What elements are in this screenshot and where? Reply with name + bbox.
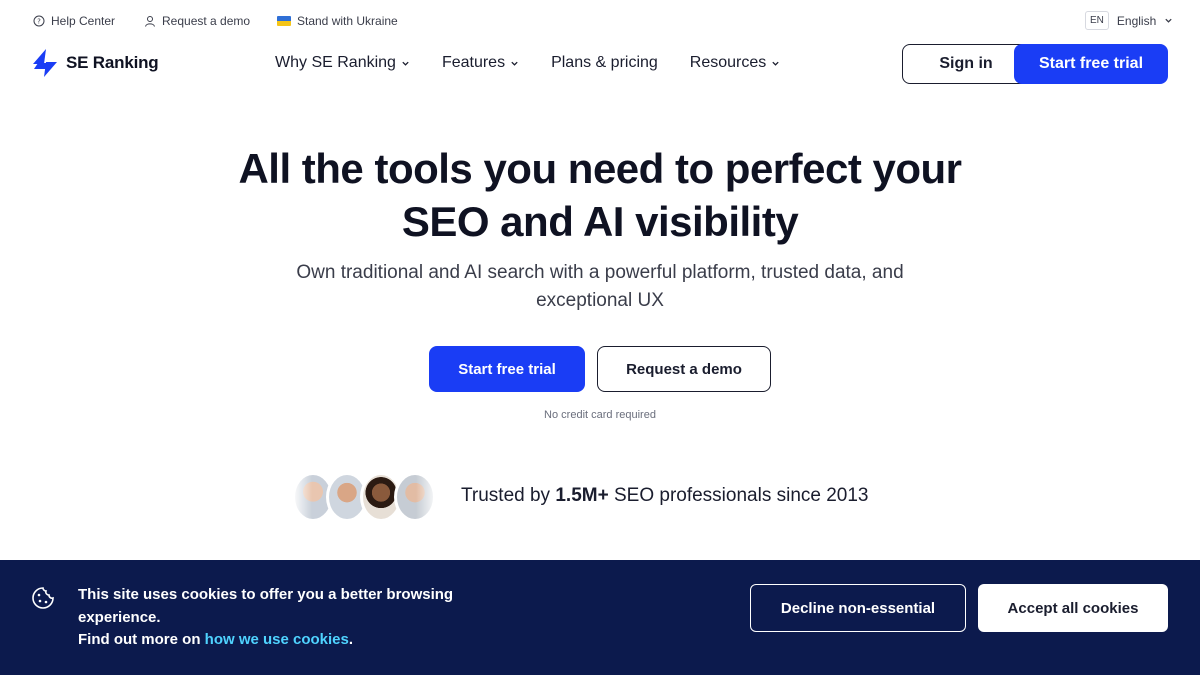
accept-all-cookies-button[interactable]: Accept all cookies	[978, 584, 1168, 632]
brand-logo[interactable]: SE Ranking	[32, 48, 159, 78]
chevron-down-icon	[511, 61, 518, 66]
avatar-fade-right	[416, 472, 438, 522]
decline-non-essential-button[interactable]: Decline non-essential	[750, 584, 966, 632]
cookie-banner: This site uses cookies to offer you a be…	[0, 560, 1200, 675]
main-nav: Why SE Ranking Features Plans & pricing …	[275, 54, 780, 72]
chevron-down-icon	[402, 61, 409, 66]
start-free-trial-button[interactable]: Start free trial	[429, 346, 585, 392]
hero-subtitle: Own traditional and AI search with a pow…	[230, 259, 970, 315]
request-demo-link[interactable]: Request a demo	[144, 14, 250, 28]
request-demo-label: Request a demo	[162, 14, 251, 28]
chevron-down-icon	[1165, 18, 1172, 23]
nav-item-label: Resources	[689, 54, 767, 71]
stand-with-ukraine-label: Stand with Ukraine	[297, 14, 398, 28]
trusted-prefix: Trusted by	[461, 485, 551, 506]
cookie-icon	[32, 587, 54, 609]
nav-item-plans-pricing[interactable]: Plans & pricing	[551, 54, 658, 72]
cookie-text: This site uses cookies to offer you a be…	[78, 586, 454, 626]
nav-item-label: Features	[441, 54, 506, 71]
hero-title-line-2: SEO and AI visibility	[401, 198, 799, 245]
se-ranking-logo-icon	[33, 49, 57, 77]
svg-text:?: ?	[37, 18, 41, 26]
nav-item-label: Plans & pricing	[551, 54, 658, 71]
trusted-by-text: Trusted by 1.5M+ SEO professionals since…	[461, 485, 869, 507]
help-center-link[interactable]: ? Help Center	[33, 14, 115, 28]
hero-subtitle-line-2: exceptional UX	[536, 290, 664, 311]
cookie-message: This site uses cookies to offer you a be…	[78, 584, 518, 652]
nav-item-label: Why SE Ranking	[275, 54, 396, 71]
language-selector[interactable]: EN English	[1085, 11, 1173, 30]
hero-subtitle-line-1: Own traditional and AI search with a pow…	[296, 262, 904, 283]
trusted-suffix: SEO professionals since 2013	[613, 485, 869, 506]
cookie-find-more: Find out more on	[78, 631, 201, 648]
ukraine-flag-icon	[277, 16, 291, 26]
hero-title: All the tools you need to perfect your S…	[100, 142, 1100, 248]
stand-with-ukraine-link[interactable]: Stand with Ukraine	[277, 14, 398, 28]
cookie-period: .	[348, 631, 354, 648]
user-icon	[145, 16, 155, 27]
trusted-count: 1.5M+	[555, 485, 609, 506]
question-circle-icon: ?	[33, 15, 45, 27]
nav-item-features[interactable]: Features	[442, 54, 519, 72]
help-center-label: Help Center	[51, 14, 116, 28]
nav-item-resources[interactable]: Resources	[690, 54, 780, 72]
chevron-down-icon	[772, 61, 779, 66]
hero-title-line-1: All the tools you need to perfect your	[238, 145, 962, 192]
request-demo-button[interactable]: Request a demo	[597, 346, 771, 392]
utility-bar: ? Help Center Request a demo Stand with …	[0, 0, 1200, 44]
no-credit-card-note: No credit card required	[544, 409, 656, 421]
avatar-fade-left	[292, 472, 312, 522]
user-avatars	[292, 472, 436, 522]
language-code: EN	[1085, 11, 1109, 30]
cookie-policy-link[interactable]: how we use cookies	[205, 631, 349, 648]
nav-item-why-se-ranking[interactable]: Why SE Ranking	[275, 54, 410, 72]
sign-in-button[interactable]: Sign in	[902, 44, 1030, 84]
language-label: English	[1116, 13, 1157, 28]
start-free-trial-header-button[interactable]: Start free trial	[1014, 44, 1168, 84]
brand-name: SE Ranking	[66, 53, 159, 72]
